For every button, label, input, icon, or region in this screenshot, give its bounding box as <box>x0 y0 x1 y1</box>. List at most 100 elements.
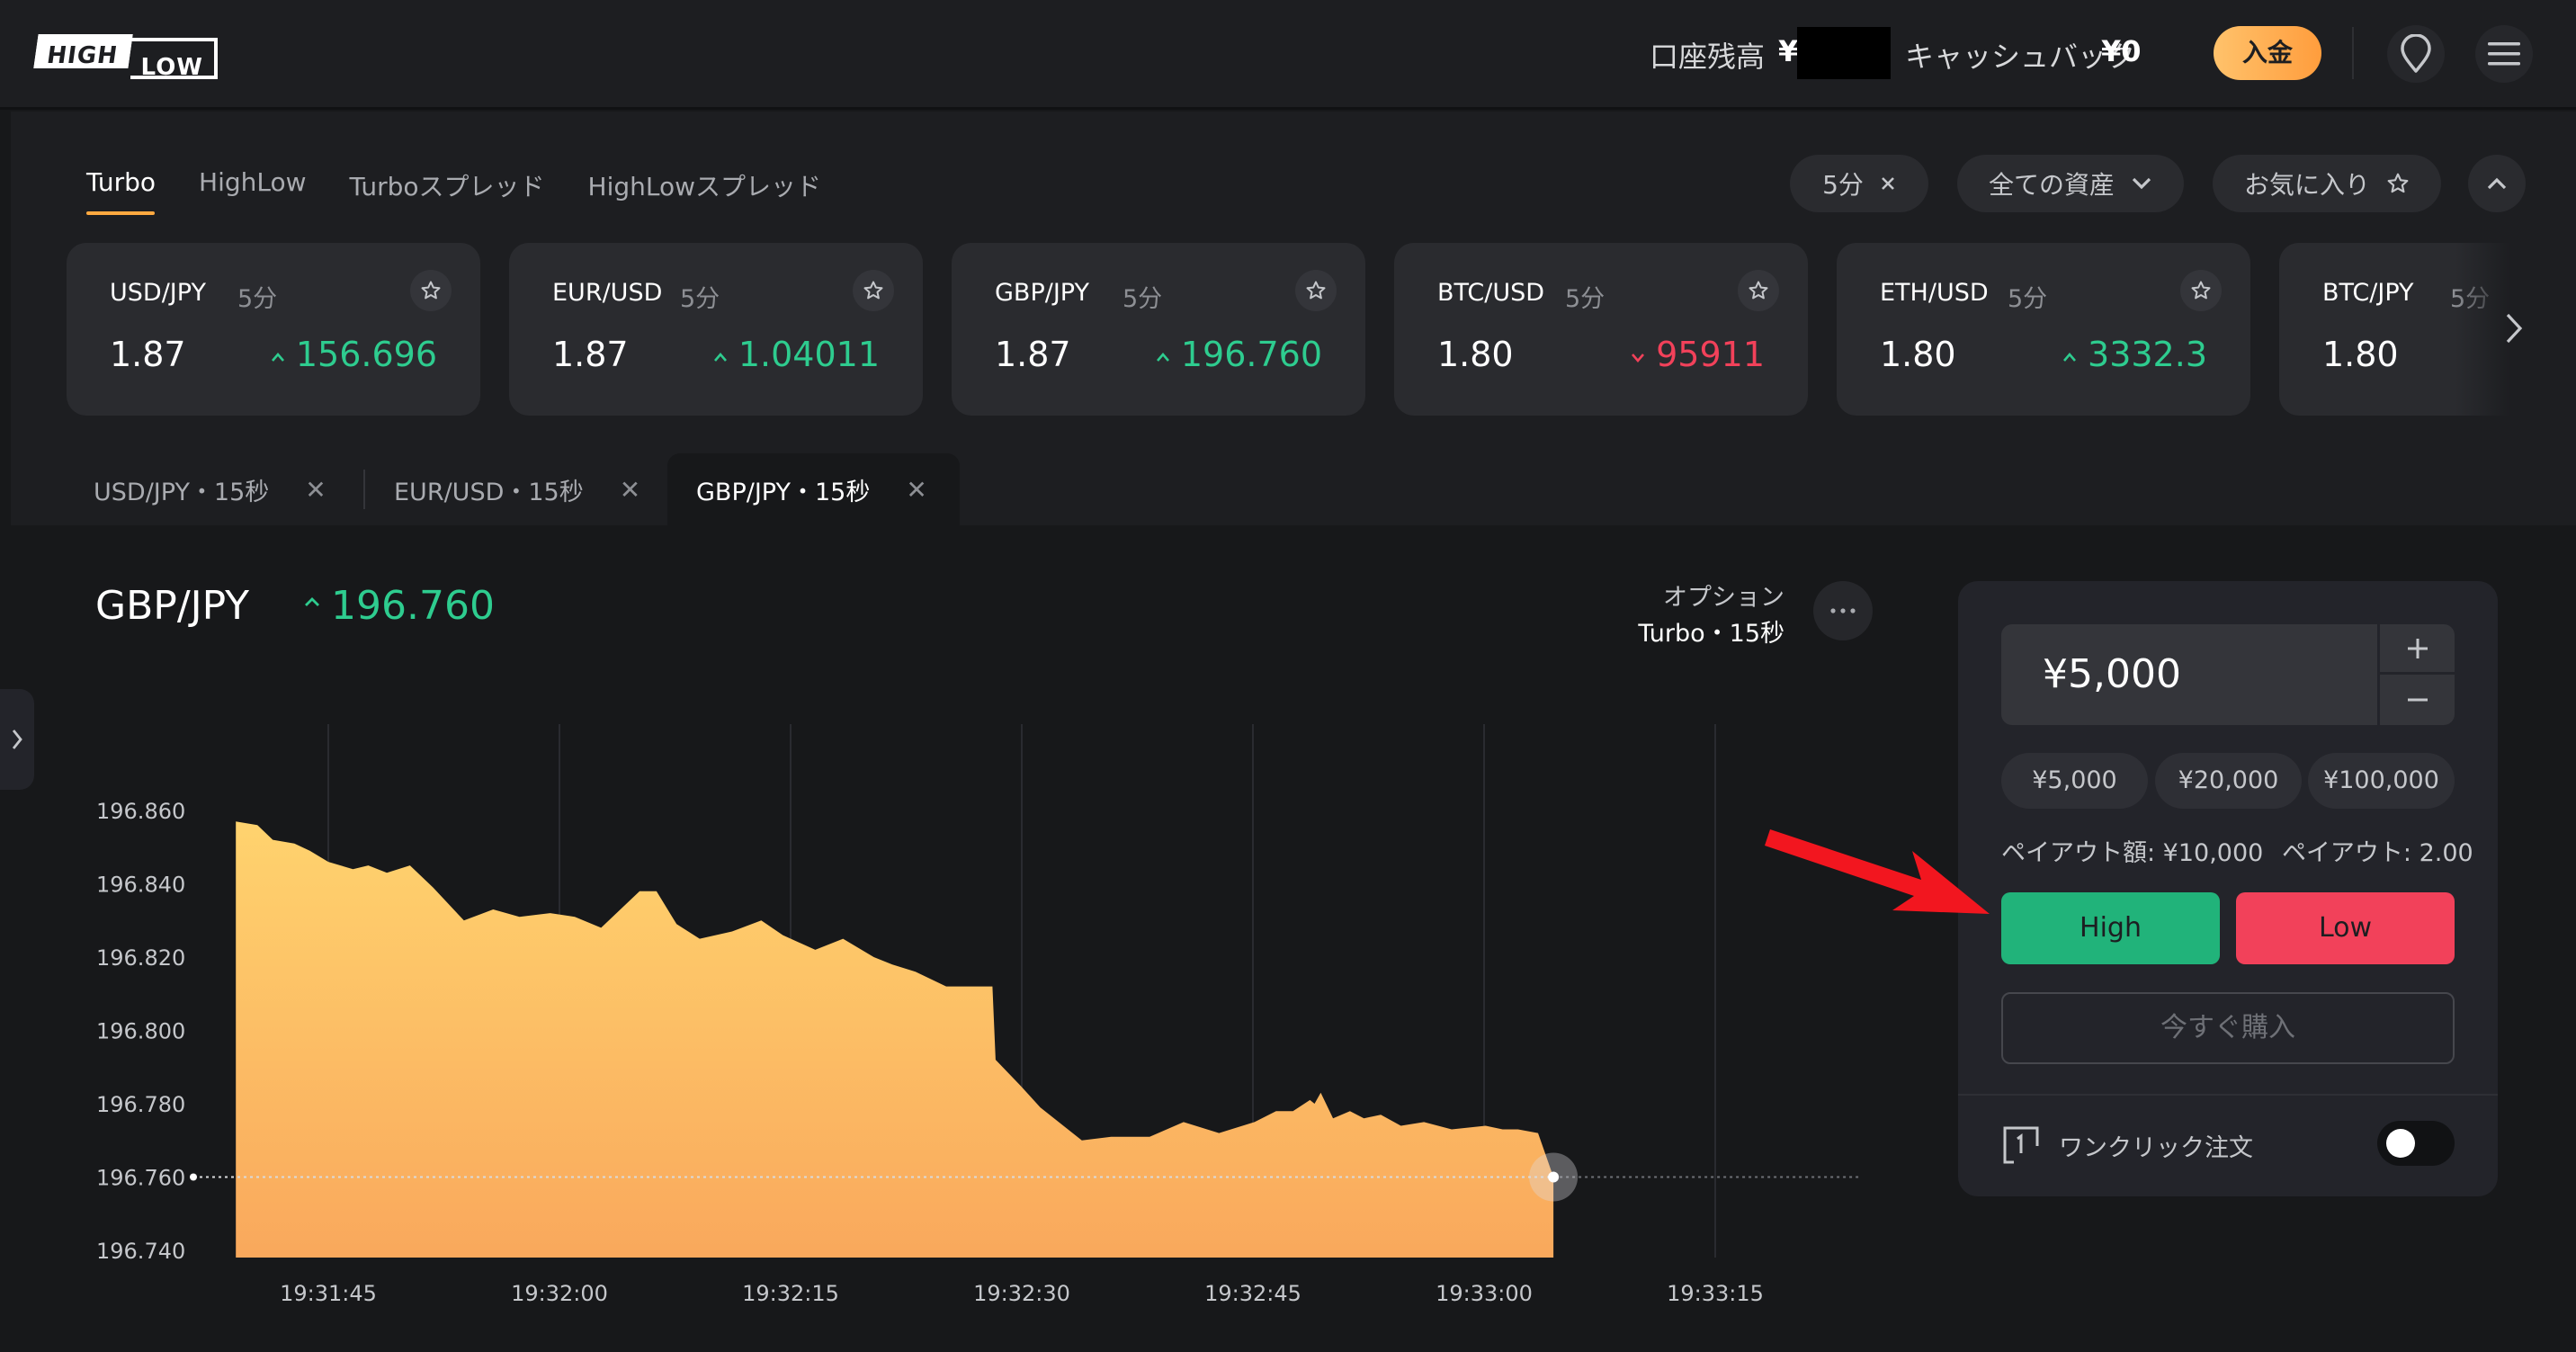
top-bar: HIGH LOW 口座残高 ¥ キャッシュバック ¥0 入金 <box>0 0 2576 110</box>
card-payout: 1.80 <box>1437 335 1514 374</box>
card-payout: 1.87 <box>995 335 1071 374</box>
balance-currency: ¥ <box>1778 34 1799 68</box>
balance-redaction <box>1797 27 1891 79</box>
high-button[interactable]: High <box>2001 892 2220 964</box>
tab-turbo-spread[interactable]: Turboスプレッド <box>350 167 545 203</box>
price-chart[interactable]: 196.860 196.840 196.820 196.800 196.780 196.7… <box>0 684 1934 1352</box>
x-axis-tick-label: 19:31:45 <box>280 1281 377 1306</box>
favorite-star-button[interactable] <box>410 270 452 311</box>
preset-amount-button[interactable]: ¥100,000 <box>2308 753 2455 809</box>
increment-button[interactable] <box>2380 624 2455 675</box>
card-payout: 1.87 <box>552 335 629 374</box>
favorites-filter-label: お気に入り <box>2243 170 2370 200</box>
location-pin-button[interactable] <box>2387 25 2445 83</box>
chart-tab-usdjpy[interactable]: USD/JPY・15秒 ✕ <box>94 453 326 525</box>
x-axis-tick-label: 19:32:15 <box>742 1281 839 1306</box>
caret-up-icon <box>713 352 727 362</box>
favorite-star-button[interactable] <box>1738 270 1779 311</box>
trade-panel: ¥5,000 ¥5,000 ¥20,000 ¥100,000 ペイアウト額: ¥… <box>1958 581 2498 1196</box>
favorite-star-button[interactable] <box>1295 270 1337 311</box>
buy-now-button[interactable]: 今すぐ購入 <box>2001 992 2455 1064</box>
chart-tab-label: USD/JPY・15秒 <box>94 478 270 506</box>
card-payout: 1.80 <box>2322 335 2399 374</box>
preset-amount-button[interactable]: ¥20,000 <box>2155 753 2302 809</box>
menu-button[interactable] <box>2475 25 2533 83</box>
card-duration: 5分 <box>1123 285 1163 313</box>
close-icon[interactable]: ✕ <box>305 475 326 505</box>
card-duration: 5分 <box>1565 285 1606 313</box>
close-icon[interactable]: ✕ <box>620 475 640 505</box>
favorites-filter[interactable]: お気に入り <box>2213 155 2441 212</box>
card-price-value: 1.04011 <box>738 335 880 374</box>
y-axis-tick-label: 196.760 <box>96 1166 185 1191</box>
caret-up-icon <box>305 597 319 606</box>
amount-value[interactable]: ¥5,000 <box>2043 651 2181 697</box>
card-duration: 5分 <box>680 285 720 313</box>
decrement-button[interactable] <box>2380 675 2455 725</box>
x-axis-tick-label: 19:32:45 <box>1204 1281 1301 1306</box>
star-icon <box>863 281 883 300</box>
chevron-right-icon <box>2506 313 2523 344</box>
deposit-button[interactable]: 入金 <box>2214 26 2321 80</box>
asset-card-btcusd[interactable]: BTC/USD 5分 1.80 95911 <box>1394 243 1808 416</box>
chevron-down-icon <box>2132 177 2151 190</box>
asset-filter-dropdown[interactable]: 全ての資産 <box>1957 155 2184 212</box>
card-pair: BTC/JPY <box>2322 279 2414 307</box>
asset-card-eurusd[interactable]: EUR/USD 5分 1.87 1.04011 <box>509 243 923 416</box>
chart-tab-gbpjpy[interactable]: GBP/JPY・15秒 ✕ <box>667 453 960 525</box>
y-axis-tick-label: 196.780 <box>96 1092 185 1117</box>
payout-amount: ペイアウト額: ¥10,000 <box>2001 839 2264 867</box>
close-icon[interactable] <box>1880 175 1896 192</box>
amount-stepper <box>2377 624 2455 725</box>
card-payout: 1.80 <box>1880 335 1956 374</box>
x-axis-tick-label: 19:32:30 <box>973 1281 1070 1306</box>
caret-up-icon <box>271 352 284 362</box>
star-icon <box>1306 281 1326 300</box>
favorite-star-button[interactable] <box>2180 270 2222 311</box>
plus-icon <box>2407 638 2428 658</box>
star-icon <box>1749 281 1768 300</box>
cashback-value: ¥0 <box>2101 34 2142 68</box>
card-price: 156.696 <box>271 335 437 374</box>
option-label: オプション <box>1663 584 1784 612</box>
asset-card-ethusd[interactable]: ETH/USD 5分 1.80 3332.3 <box>1837 243 2250 416</box>
collapse-panel-button[interactable] <box>2468 155 2526 212</box>
x-axis-tick-label: 19:33:15 <box>1667 1281 1764 1306</box>
low-button[interactable]: Low <box>2236 892 2455 964</box>
chart-tab-divider <box>363 470 365 509</box>
favorite-star-button[interactable] <box>853 270 894 311</box>
chart-tab-label: GBP/JPY・15秒 <box>696 478 871 506</box>
location-pin-icon <box>2401 34 2431 73</box>
toggle-knob <box>2386 1129 2415 1158</box>
close-icon[interactable]: ✕ <box>906 475 926 505</box>
asset-card-gbpjpy[interactable]: GBP/JPY 5分 1.87 196.760 <box>952 243 1365 416</box>
card-price: 196.760 <box>1156 335 1322 374</box>
one-click-toggle[interactable] <box>2377 1121 2455 1166</box>
annotation-arrow <box>1765 829 1990 914</box>
highlow-logo[interactable]: HIGH LOW <box>33 34 218 81</box>
minus-icon <box>2407 698 2428 702</box>
card-duration: 5分 <box>237 285 278 313</box>
chart-more-button[interactable] <box>1813 581 1873 640</box>
card-price: 1.04011 <box>713 335 880 374</box>
chart-tab-eurusd[interactable]: EUR/USD・15秒 ✕ <box>394 453 640 525</box>
price-area <box>236 821 1554 1258</box>
preset-amount-button[interactable]: ¥5,000 <box>2001 753 2148 809</box>
tab-highlow-spread[interactable]: HighLowスプレッド <box>588 167 822 203</box>
card-pair: BTC/USD <box>1437 279 1545 307</box>
payout-rate: ペイアウト: 2.00 <box>2281 839 2473 867</box>
cards-next-button[interactable] <box>2482 270 2545 387</box>
y-axis-tick-label: 196.840 <box>96 873 185 898</box>
tab-highlow[interactable]: HighLow <box>199 167 307 203</box>
more-icon <box>1830 608 1856 613</box>
asset-card-usdjpy[interactable]: USD/JPY 5分 1.87 156.696 <box>67 243 480 416</box>
amount-input[interactable]: ¥5,000 <box>2001 624 2455 725</box>
balance-label: 口座残高 <box>1650 40 1766 74</box>
duration-filter[interactable]: 5分 <box>1790 155 1928 212</box>
card-pair: GBP/JPY <box>995 279 1089 307</box>
card-pair: ETH/USD <box>1880 279 1989 307</box>
star-icon <box>2191 281 2211 300</box>
tab-turbo[interactable]: Turbo <box>86 167 156 203</box>
logo-high-text: HIGH <box>33 34 133 69</box>
menu-icon <box>2488 42 2520 66</box>
